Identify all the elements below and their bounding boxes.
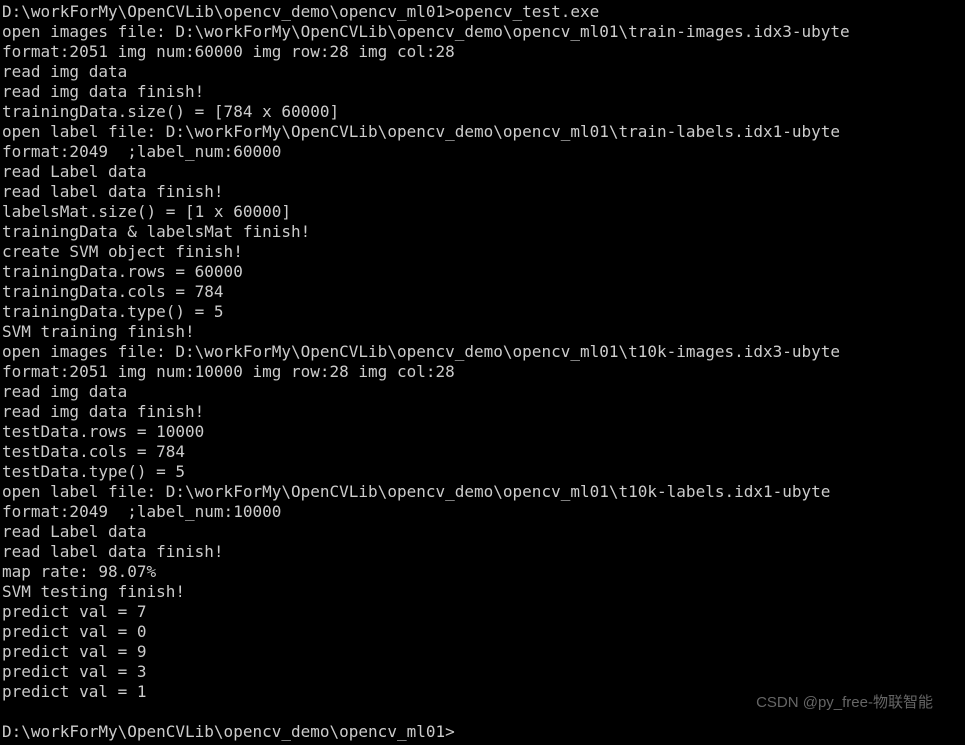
- output-line: read label data finish!: [2, 542, 965, 562]
- terminal-output[interactable]: D:\workForMy\OpenCVLib\opencv_demo\openc…: [2, 2, 965, 742]
- command-prompt-ready[interactable]: D:\workForMy\OpenCVLib\opencv_demo\openc…: [2, 722, 965, 742]
- output-line: predict val = 7: [2, 602, 965, 622]
- output-line: labelsMat.size() = [1 x 60000]: [2, 202, 965, 222]
- output-line: read img data finish!: [2, 402, 965, 422]
- output-line: SVM testing finish!: [2, 582, 965, 602]
- output-line: testData.cols = 784: [2, 442, 965, 462]
- output-line: read img data: [2, 62, 965, 82]
- output-line: predict val = 0: [2, 622, 965, 642]
- output-line: read Label data: [2, 162, 965, 182]
- output-line: predict val = 3: [2, 662, 965, 682]
- output-line: read label data finish!: [2, 182, 965, 202]
- output-line: trainingData.rows = 60000: [2, 262, 965, 282]
- output-line: trainingData.type() = 5: [2, 302, 965, 322]
- output-line: read img data finish!: [2, 82, 965, 102]
- watermark-text: CSDN @py_free-物联智能: [756, 693, 933, 713]
- output-line: create SVM object finish!: [2, 242, 965, 262]
- output-line: trainingData.cols = 784: [2, 282, 965, 302]
- output-line: read img data: [2, 382, 965, 402]
- output-line: trainingData & labelsMat finish!: [2, 222, 965, 242]
- output-line: SVM training finish!: [2, 322, 965, 342]
- command-prompt-line: D:\workForMy\OpenCVLib\opencv_demo\openc…: [2, 2, 965, 22]
- output-line: predict val = 9: [2, 642, 965, 662]
- output-line: open label file: D:\workForMy\OpenCVLib\…: [2, 122, 965, 142]
- output-line: open label file: D:\workForMy\OpenCVLib\…: [2, 482, 965, 502]
- output-line: open images file: D:\workForMy\OpenCVLib…: [2, 22, 965, 42]
- output-line: trainingData.size() = [784 x 60000]: [2, 102, 965, 122]
- output-line: read Label data: [2, 522, 965, 542]
- output-line: format:2049 ;label_num:10000: [2, 502, 965, 522]
- output-line: format:2051 img num:10000 img row:28 img…: [2, 362, 965, 382]
- output-line: testData.type() = 5: [2, 462, 965, 482]
- output-line: format:2051 img num:60000 img row:28 img…: [2, 42, 965, 62]
- output-line: map rate: 98.07%: [2, 562, 965, 582]
- output-line: open images file: D:\workForMy\OpenCVLib…: [2, 342, 965, 362]
- output-line: format:2049 ;label_num:60000: [2, 142, 965, 162]
- output-line: testData.rows = 10000: [2, 422, 965, 442]
